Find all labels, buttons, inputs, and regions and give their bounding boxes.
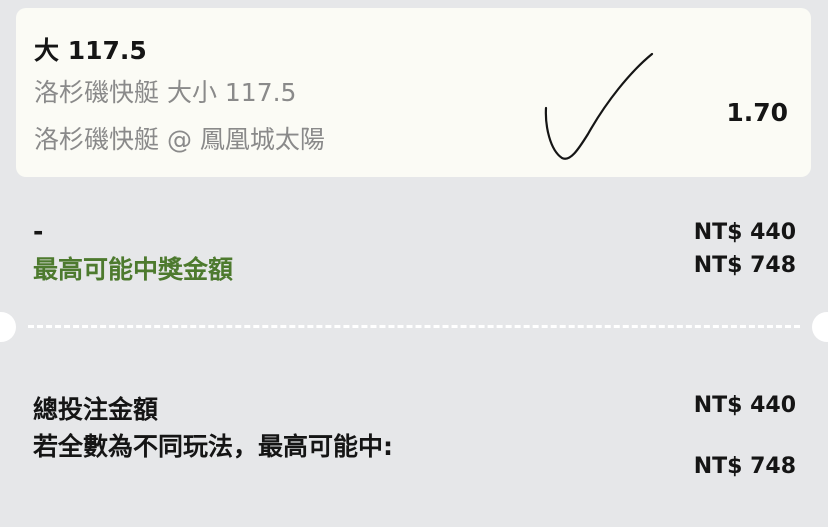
- ticket-divider: [0, 312, 828, 342]
- divider-notch-right: [812, 312, 828, 342]
- combo-max-win-amount: NT$ 748: [693, 454, 796, 479]
- combo-max-win-label: 若全數為不同玩法，最高可能中:: [33, 432, 393, 461]
- stake-label: -: [33, 217, 44, 246]
- bet-slip: 大 117.5 洛杉磯快艇 大小 117.5 洛杉磯快艇 @ 鳳凰城太陽 1.7…: [0, 0, 828, 527]
- total-stake-amount: NT$ 440: [693, 393, 796, 418]
- bet-selection-card[interactable]: 大 117.5 洛杉磯快艇 大小 117.5 洛杉磯快艇 @ 鳳凰城太陽 1.7…: [16, 8, 811, 177]
- total-stake-label: 總投注金額: [33, 395, 159, 424]
- stake-amount: NT$ 440: [693, 220, 796, 245]
- divider-notch-left: [0, 312, 16, 342]
- selection-title: 大 117.5: [34, 36, 147, 65]
- max-win-amount: NT$ 748: [693, 253, 796, 278]
- handwritten-checkmark-icon: [544, 52, 654, 160]
- max-win-label: 最高可能中獎金額: [33, 255, 234, 284]
- market-description: 洛杉磯快艇 大小 117.5: [34, 78, 297, 107]
- odds-value: 1.70: [726, 98, 788, 127]
- dashed-divider-line: [28, 325, 800, 328]
- event-description: 洛杉磯快艇 @ 鳳凰城太陽: [34, 125, 325, 154]
